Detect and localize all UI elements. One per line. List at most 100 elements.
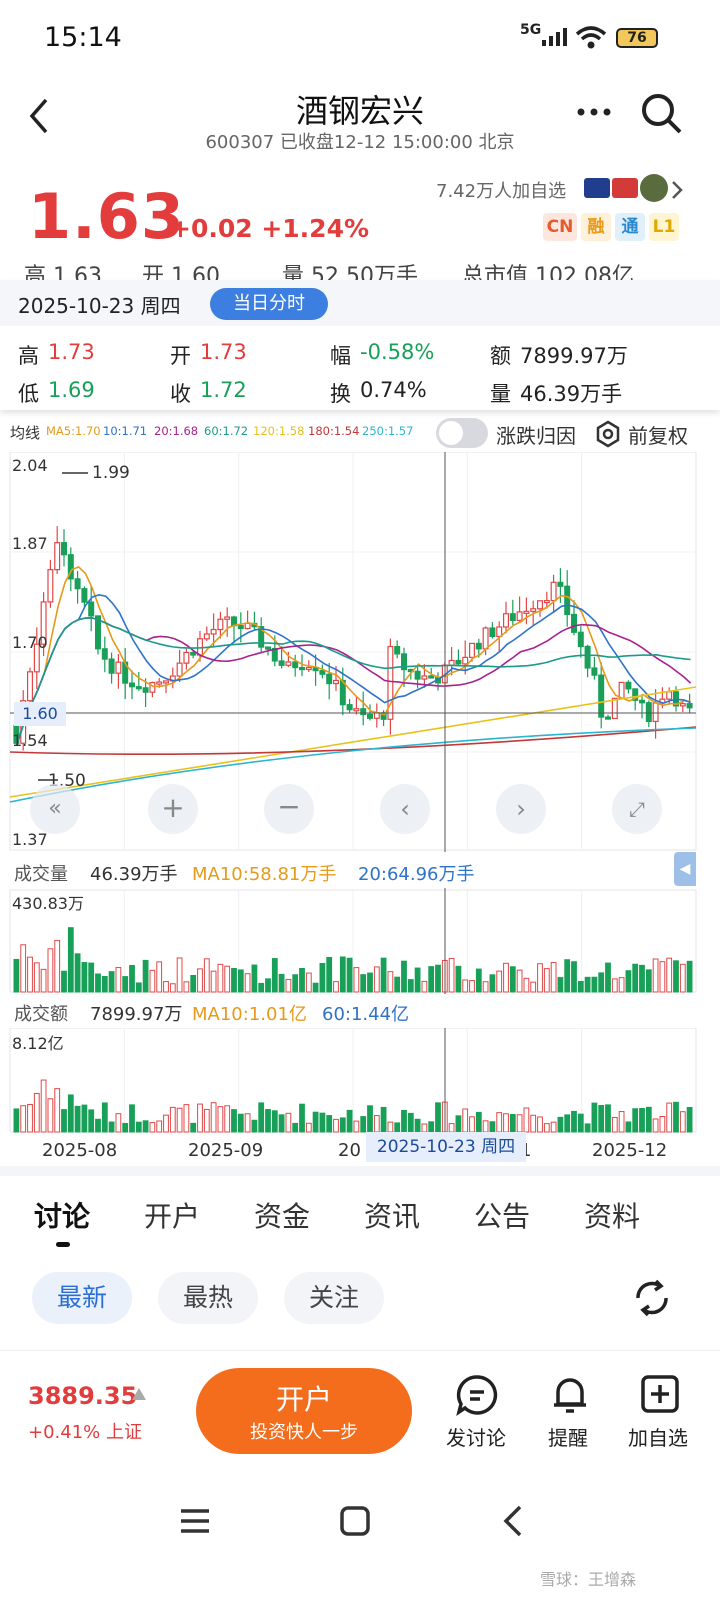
candle: [564, 585, 571, 616]
network-label: 5G: [520, 22, 542, 38]
index-value[interactable]: 3889.35: [28, 1382, 137, 1410]
candle: [516, 611, 523, 621]
amount-title: 成交额: [14, 1004, 68, 1025]
amount-bar: [88, 1109, 95, 1133]
followers-count[interactable]: 7.42万人加自选: [436, 177, 566, 203]
follower-avatars[interactable]: [584, 174, 676, 202]
add-watchlist-icon[interactable]: [640, 1374, 680, 1414]
candle: [428, 675, 435, 679]
avatar: [640, 174, 668, 202]
volume-bar: [557, 977, 564, 993]
volume-bar: [176, 957, 183, 993]
filter-hot[interactable]: 最热: [158, 1272, 258, 1324]
candle: [469, 642, 476, 658]
search-icon[interactable]: [640, 92, 684, 136]
volume-bar: [244, 973, 251, 993]
amount-bar: [149, 1122, 156, 1133]
comment-icon[interactable]: [456, 1374, 498, 1416]
tab-open-account[interactable]: 开户: [144, 1195, 200, 1235]
filter-latest[interactable]: 最新: [32, 1272, 132, 1324]
amount-bar: [394, 1122, 401, 1133]
amount-bar: [598, 1104, 605, 1133]
volume-bar: [135, 982, 142, 993]
zoom-out-button[interactable]: −: [264, 784, 314, 834]
volume-bar: [516, 969, 523, 993]
volume-bar: [543, 968, 550, 993]
tab-announcements[interactable]: 公告: [474, 1195, 530, 1235]
candle: [224, 616, 231, 620]
volume-bar: [421, 980, 428, 993]
amount-bar: [367, 1105, 373, 1133]
amount-bar: [74, 1105, 81, 1133]
rewind-button[interactable]: «: [30, 784, 80, 834]
amount-bar: [482, 1120, 489, 1133]
ma60-label: 60:1.72: [204, 424, 249, 438]
up-triangle-icon: [132, 1388, 146, 1400]
amount-bar: [27, 1103, 33, 1133]
volume-bar: [645, 969, 652, 993]
volume-bar: [271, 958, 278, 993]
candle: [108, 658, 115, 674]
volume-bar: [278, 973, 285, 993]
amount-bar: [244, 1113, 251, 1133]
x-label: 2025-12: [592, 1140, 668, 1161]
zoom-in-button[interactable]: +: [148, 784, 198, 834]
amount-bar: [639, 1108, 645, 1133]
y-tick-label: 2.04: [12, 456, 48, 475]
candle: [666, 691, 673, 700]
candle: [129, 682, 136, 688]
open-label: 开: [170, 344, 191, 368]
home-icon[interactable]: [338, 1504, 372, 1538]
volume-bar: [197, 968, 203, 993]
amount-bar: [95, 1118, 101, 1133]
y-tick-label: 1.54: [12, 731, 48, 750]
ma-legend: 均线 MA5:1.70 10:1.71 20:1.68 60:1.72 120:…: [0, 414, 720, 452]
post-discussion-label[interactable]: 发讨论: [446, 1422, 506, 1451]
candle: [462, 656, 469, 665]
chevron-right-icon[interactable]: [670, 180, 684, 200]
volume-bar: [217, 963, 224, 993]
refresh-icon[interactable]: [630, 1276, 674, 1320]
volume-bar: [584, 976, 591, 993]
prev-button[interactable]: ‹: [380, 784, 430, 834]
candle: [156, 681, 163, 685]
filter-following[interactable]: 关注: [284, 1272, 384, 1324]
add-watchlist-label[interactable]: 加自选: [628, 1422, 688, 1451]
amount-bar: [115, 1113, 122, 1133]
collapse-side-icon[interactable]: ◀: [674, 852, 696, 886]
amount-bar: [183, 1104, 190, 1133]
candle: [503, 613, 510, 628]
amount-bar: [135, 1121, 142, 1133]
signal-icon: [542, 28, 567, 46]
bell-icon[interactable]: [550, 1372, 590, 1416]
amount-bar: [462, 1108, 469, 1133]
page-subtitle: 600307 已收盘12-12 15:00:00 北京: [205, 132, 515, 153]
more-icon[interactable]: [576, 106, 612, 118]
amount-bar: [176, 1107, 183, 1133]
volume-max-label: 430.83万: [12, 894, 84, 913]
intraday-button[interactable]: 当日分时: [210, 288, 328, 320]
candle: [265, 646, 272, 650]
reminder-label[interactable]: 提醒: [548, 1422, 588, 1451]
open-account-button[interactable]: 开户 投资快人一步: [196, 1368, 412, 1454]
volume-bar: [312, 982, 319, 993]
amount-bar: [203, 1108, 210, 1133]
next-button[interactable]: ›: [496, 784, 546, 834]
tab-news[interactable]: 资讯: [364, 1195, 420, 1235]
last-price: 1.63: [28, 180, 185, 253]
settings-icon[interactable]: [594, 420, 622, 448]
high-value: 1.73: [48, 340, 95, 364]
amount-bar: [380, 1106, 387, 1133]
candle: [326, 673, 333, 685]
restore-label[interactable]: 前复权: [628, 420, 688, 449]
tab-discuss[interactable]: 讨论: [34, 1195, 90, 1235]
nav-back-icon[interactable]: [500, 1504, 526, 1538]
tab-funds[interactable]: 资金: [254, 1195, 310, 1235]
fullscreen-button[interactable]: ⤢: [612, 784, 662, 834]
candle: [292, 661, 299, 669]
menu-icon[interactable]: [178, 1506, 212, 1536]
candle: [577, 631, 584, 648]
tab-profile[interactable]: 资料: [584, 1195, 640, 1235]
attribution-toggle[interactable]: [436, 418, 488, 448]
turnover-label: 换: [330, 382, 351, 406]
